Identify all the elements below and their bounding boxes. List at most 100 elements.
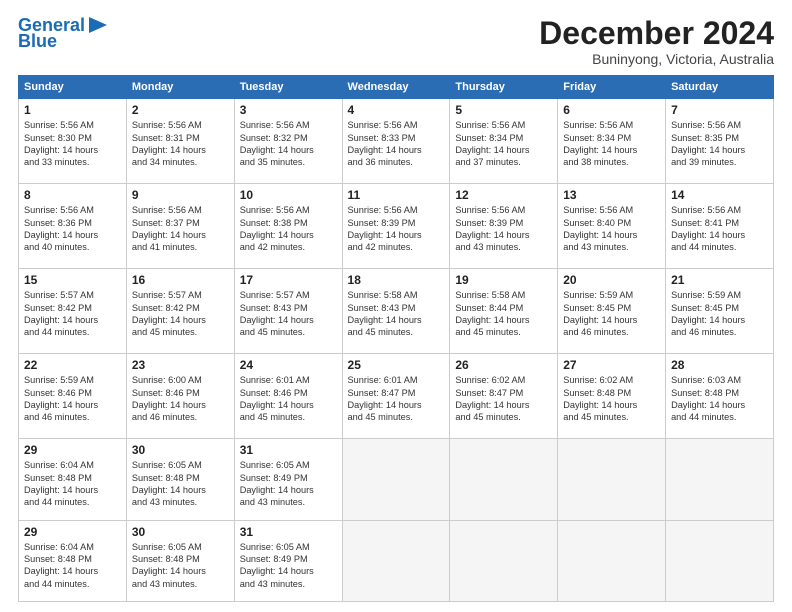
calendar-week-2: 8 Sunrise: 5:56 AM Sunset: 8:36 PM Daylig…: [19, 184, 774, 269]
logo-arrow-icon: [87, 15, 109, 35]
day-info: Sunrise: 5:58 AM Sunset: 8:43 PM Dayligh…: [348, 289, 445, 339]
table-row: 7 Sunrise: 5:56 AM Sunset: 8:35 PM Daylig…: [666, 99, 774, 184]
day-number: 30: [132, 525, 229, 539]
day-info: Sunrise: 6:04 AM Sunset: 8:48 PM Dayligh…: [24, 541, 121, 591]
table-row: 11 Sunrise: 5:56 AM Sunset: 8:39 PM Dayli…: [342, 184, 450, 269]
day-number: 7: [671, 103, 768, 117]
table-row: 31 Sunrise: 6:05 AM Sunset: 8:49 PM Dayli…: [234, 520, 342, 601]
table-row: 4 Sunrise: 5:56 AM Sunset: 8:33 PM Daylig…: [342, 99, 450, 184]
table-row: 18 Sunrise: 5:58 AM Sunset: 8:43 PM Dayli…: [342, 269, 450, 354]
table-row: 27Sunrise: 6:02 AM Sunset: 8:48 PM Dayli…: [558, 354, 666, 439]
table-row: 6 Sunrise: 5:56 AM Sunset: 8:34 PM Daylig…: [558, 99, 666, 184]
table-row: [342, 439, 450, 520]
day-info: Sunrise: 5:56 AM Sunset: 8:30 PM Dayligh…: [24, 119, 121, 169]
title-section: December 2024 Buninyong, Victoria, Austr…: [539, 16, 774, 67]
table-row: 10Sunrise: 5:56 AM Sunset: 8:38 PM Dayli…: [234, 184, 342, 269]
table-row: 16 Sunrise: 5:57 AM Sunset: 8:42 PM Dayli…: [126, 269, 234, 354]
day-number: 11: [348, 188, 445, 202]
table-row: 3Sunrise: 5:56 AM Sunset: 8:32 PM Daylig…: [234, 99, 342, 184]
table-row: 21 Sunrise: 5:59 AM Sunset: 8:45 PM Dayli…: [666, 269, 774, 354]
day-number: 10: [240, 188, 337, 202]
day-info: Sunrise: 5:56 AM Sunset: 8:34 PM Dayligh…: [455, 119, 552, 169]
day-info: Sunrise: 5:56 AM Sunset: 8:33 PM Dayligh…: [348, 119, 445, 169]
table-row: [450, 520, 558, 601]
day-number: 16: [132, 273, 229, 287]
day-number: 27: [563, 358, 660, 372]
day-number: 22: [24, 358, 121, 372]
col-monday: Monday: [126, 76, 234, 99]
table-row: [666, 439, 774, 520]
day-info: Sunrise: 5:58 AM Sunset: 8:44 PM Dayligh…: [455, 289, 552, 339]
table-row: [450, 439, 558, 520]
col-thursday: Thursday: [450, 76, 558, 99]
table-row: 29 Sunrise: 6:04 AM Sunset: 8:48 PM Dayli…: [19, 520, 127, 601]
day-number: 24: [240, 358, 337, 372]
col-friday: Friday: [558, 76, 666, 99]
day-number: 23: [132, 358, 229, 372]
day-number: 29: [24, 525, 121, 539]
day-info: Sunrise: 5:56 AM Sunset: 8:39 PM Dayligh…: [455, 204, 552, 254]
day-number: 17: [240, 273, 337, 287]
day-info: Sunrise: 5:56 AM Sunset: 8:39 PM Dayligh…: [348, 204, 445, 254]
table-row: 28Sunrise: 6:03 AM Sunset: 8:48 PM Dayli…: [666, 354, 774, 439]
day-info: Sunrise: 6:01 AM Sunset: 8:46 PM Dayligh…: [240, 374, 337, 424]
table-row: 5Sunrise: 5:56 AM Sunset: 8:34 PM Daylig…: [450, 99, 558, 184]
table-row: 22 Sunrise: 5:59 AM Sunset: 8:46 PM Dayli…: [19, 354, 127, 439]
day-number: 6: [563, 103, 660, 117]
day-number: 2: [132, 103, 229, 117]
day-info: Sunrise: 5:56 AM Sunset: 8:41 PM Dayligh…: [671, 204, 768, 254]
day-info: Sunrise: 5:57 AM Sunset: 8:42 PM Dayligh…: [132, 289, 229, 339]
day-number: 25: [348, 358, 445, 372]
day-number: 30: [132, 443, 229, 457]
day-number: 9: [132, 188, 229, 202]
day-info: Sunrise: 6:02 AM Sunset: 8:47 PM Dayligh…: [455, 374, 552, 424]
table-row: 19Sunrise: 5:58 AM Sunset: 8:44 PM Dayli…: [450, 269, 558, 354]
table-row: [558, 520, 666, 601]
day-number: 3: [240, 103, 337, 117]
table-row: 17 Sunrise: 5:57 AM Sunset: 8:43 PM Dayli…: [234, 269, 342, 354]
location: Buninyong, Victoria, Australia: [539, 51, 774, 67]
table-row: 30 Sunrise: 6:05 AM Sunset: 8:48 PM Dayli…: [126, 520, 234, 601]
day-info: Sunrise: 5:59 AM Sunset: 8:46 PM Dayligh…: [24, 374, 121, 424]
header: General Blue December 2024 Buninyong, Vi…: [18, 16, 774, 67]
table-row: 9 Sunrise: 5:56 AM Sunset: 8:37 PM Daylig…: [126, 184, 234, 269]
table-row: 20Sunrise: 5:59 AM Sunset: 8:45 PM Dayli…: [558, 269, 666, 354]
day-info: Sunrise: 6:04 AM Sunset: 8:48 PM Dayligh…: [24, 459, 121, 509]
day-info: Sunrise: 5:56 AM Sunset: 8:36 PM Dayligh…: [24, 204, 121, 254]
day-info: Sunrise: 5:57 AM Sunset: 8:43 PM Dayligh…: [240, 289, 337, 339]
day-number: 15: [24, 273, 121, 287]
calendar-week-4: 22 Sunrise: 5:59 AM Sunset: 8:46 PM Dayli…: [19, 354, 774, 439]
day-number: 18: [348, 273, 445, 287]
day-number: 31: [240, 443, 337, 457]
day-number: 13: [563, 188, 660, 202]
table-row: 2 Sunrise: 5:56 AM Sunset: 8:31 PM Daylig…: [126, 99, 234, 184]
day-info: Sunrise: 6:05 AM Sunset: 8:48 PM Dayligh…: [132, 541, 229, 591]
day-info: Sunrise: 5:56 AM Sunset: 8:34 PM Dayligh…: [563, 119, 660, 169]
calendar-week-1: 1Sunrise: 5:56 AM Sunset: 8:30 PM Daylig…: [19, 99, 774, 184]
logo: General Blue: [18, 16, 109, 52]
day-info: Sunrise: 6:05 AM Sunset: 8:48 PM Dayligh…: [132, 459, 229, 509]
table-row: 12Sunrise: 5:56 AM Sunset: 8:39 PM Dayli…: [450, 184, 558, 269]
day-number: 21: [671, 273, 768, 287]
day-info: Sunrise: 5:56 AM Sunset: 8:40 PM Dayligh…: [563, 204, 660, 254]
table-row: 26Sunrise: 6:02 AM Sunset: 8:47 PM Dayli…: [450, 354, 558, 439]
day-info: Sunrise: 5:56 AM Sunset: 8:35 PM Dayligh…: [671, 119, 768, 169]
day-info: Sunrise: 5:59 AM Sunset: 8:45 PM Dayligh…: [671, 289, 768, 339]
day-number: 28: [671, 358, 768, 372]
day-info: Sunrise: 6:05 AM Sunset: 8:49 PM Dayligh…: [240, 459, 337, 509]
day-number: 20: [563, 273, 660, 287]
day-info: Sunrise: 5:56 AM Sunset: 8:37 PM Dayligh…: [132, 204, 229, 254]
table-row: 23Sunrise: 6:00 AM Sunset: 8:46 PM Dayli…: [126, 354, 234, 439]
table-row: 14 Sunrise: 5:56 AM Sunset: 8:41 PM Dayli…: [666, 184, 774, 269]
day-info: Sunrise: 6:05 AM Sunset: 8:49 PM Dayligh…: [240, 541, 337, 591]
day-number: 8: [24, 188, 121, 202]
day-number: 31: [240, 525, 337, 539]
calendar: Sunday Monday Tuesday Wednesday Thursday…: [18, 75, 774, 602]
table-row: 8 Sunrise: 5:56 AM Sunset: 8:36 PM Daylig…: [19, 184, 127, 269]
day-info: Sunrise: 5:56 AM Sunset: 8:31 PM Dayligh…: [132, 119, 229, 169]
calendar-week-3: 15 Sunrise: 5:57 AM Sunset: 8:42 PM Dayli…: [19, 269, 774, 354]
day-number: 4: [348, 103, 445, 117]
day-number: 14: [671, 188, 768, 202]
logo-text2: Blue: [18, 32, 57, 52]
table-row: 31 Sunrise: 6:05 AM Sunset: 8:49 PM Dayli…: [234, 439, 342, 520]
